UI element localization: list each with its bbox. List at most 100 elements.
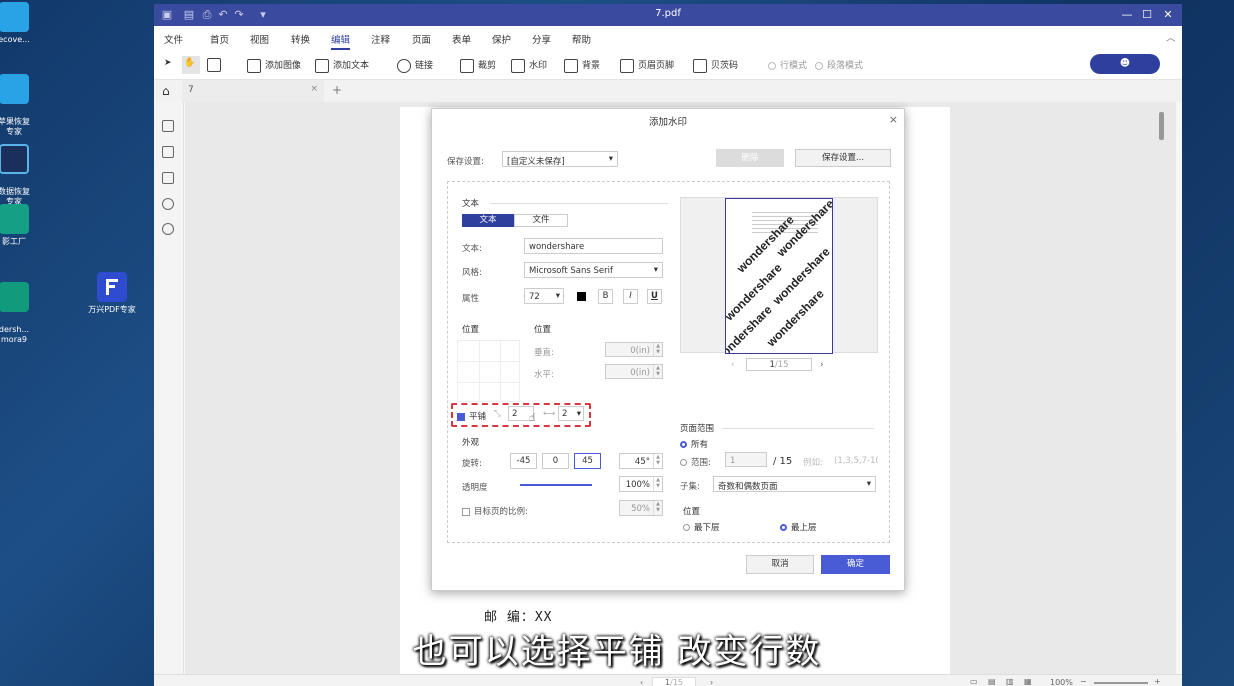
- preview-page-indicator[interactable]: 1/15: [746, 358, 812, 371]
- crop-button[interactable]: 裁剪: [460, 58, 496, 73]
- spinner-icon[interactable]: ▲ ▼: [653, 477, 662, 491]
- opacity-slider[interactable]: [520, 484, 592, 486]
- minimize-button[interactable]: —: [1118, 6, 1136, 24]
- rotation-custom-input[interactable]: 45° ▲ ▼: [619, 453, 663, 469]
- delete-button[interactable]: 删除: [716, 149, 784, 167]
- menu-file[interactable]: 文件: [164, 32, 183, 46]
- font-size-select[interactable]: 72 ▾: [524, 288, 564, 304]
- style-label: 风格:: [462, 268, 482, 278]
- spinner-icon[interactable]: ▲ ▼: [653, 454, 662, 468]
- page-indicator[interactable]: 1/15: [652, 677, 696, 686]
- menu-share[interactable]: 分享: [532, 32, 551, 46]
- menu-comment[interactable]: 注释: [371, 32, 390, 46]
- maximize-button[interactable]: ☐: [1138, 6, 1156, 24]
- desktop-icon-video-factory[interactable]: 影工厂: [0, 204, 36, 247]
- scale-input[interactable]: 50% ▲ ▼: [619, 500, 663, 516]
- scale-checkbox[interactable]: 目标页的比例:: [462, 505, 528, 517]
- paragraph-mode-option[interactable]: 段落模式: [815, 58, 863, 71]
- top-layer-radio[interactable]: 最上层: [780, 521, 817, 533]
- menu-help[interactable]: 帮助: [572, 32, 591, 46]
- tab-file-source[interactable]: 文件: [514, 214, 568, 227]
- header-footer-button[interactable]: 页眉页脚: [620, 58, 674, 73]
- subset-select[interactable]: 奇数和偶数页面 ▾: [713, 476, 876, 492]
- position-grid[interactable]: [457, 340, 520, 402]
- italic-button[interactable]: I: [623, 289, 638, 304]
- save-settings-button[interactable]: 保存设置...: [795, 149, 891, 167]
- rotate-0-button[interactable]: 0: [542, 453, 569, 469]
- horizontal-offset-input[interactable]: 0(in) ▲ ▼: [605, 364, 663, 379]
- spinner-icon[interactable]: ▲ ▼: [653, 343, 662, 356]
- prev-page-icon[interactable]: ‹: [640, 678, 643, 686]
- edit-tool[interactable]: [207, 58, 225, 72]
- search-icon[interactable]: [162, 223, 174, 235]
- opacity-input[interactable]: 100% ▲ ▼: [619, 476, 663, 492]
- rotate-45-button[interactable]: 45: [574, 453, 601, 469]
- preview-next-icon[interactable]: ›: [820, 360, 823, 370]
- home-icon[interactable]: ⌂: [162, 84, 170, 98]
- dialog-close-icon[interactable]: ×: [889, 113, 898, 126]
- preview-prev-icon[interactable]: ‹: [731, 360, 734, 370]
- rotate-minus-45-button[interactable]: -45: [510, 453, 537, 469]
- font-style-select[interactable]: Microsoft Sans Serif ▾: [524, 262, 663, 278]
- desktop-icon-apple-recovery[interactable]: 苹果恢复 专家: [0, 64, 36, 137]
- bookmark-icon[interactable]: [162, 146, 174, 158]
- desktop-icon-data-recovery[interactable]: 数据恢复 专家: [0, 134, 36, 207]
- single-page-view-icon[interactable]: ▭: [970, 677, 978, 686]
- comments-icon[interactable]: [162, 172, 174, 184]
- bates-button[interactable]: 贝茨码: [693, 58, 738, 73]
- bottom-layer-radio[interactable]: 最下层: [683, 521, 720, 533]
- menu-protect[interactable]: 保护: [492, 32, 511, 46]
- tab-text-source[interactable]: 文本: [462, 214, 514, 227]
- menu-convert[interactable]: 转换: [291, 32, 310, 46]
- background-button[interactable]: 背景: [564, 58, 600, 73]
- spinner-icon[interactable]: ▲ ▼: [653, 501, 662, 515]
- add-image-button[interactable]: 添加图像: [247, 58, 301, 73]
- account-button[interactable]: ☻: [1090, 54, 1160, 74]
- close-button[interactable]: ✕: [1159, 6, 1177, 24]
- color-swatch[interactable]: [577, 292, 586, 301]
- bold-button[interactable]: B: [598, 289, 613, 304]
- watermark-text-input[interactable]: wondershare: [524, 238, 663, 254]
- menu-form[interactable]: 表单: [452, 32, 471, 46]
- ok-button[interactable]: 确定: [821, 555, 890, 574]
- menu-home[interactable]: 首页: [210, 32, 229, 46]
- continuous-view-icon[interactable]: ▤: [988, 677, 996, 686]
- link-button[interactable]: 链接: [397, 58, 433, 73]
- zoom-in-icon[interactable]: +: [1154, 677, 1161, 686]
- two-page-view-icon[interactable]: ▥: [1006, 677, 1014, 686]
- attachment-icon[interactable]: [162, 198, 174, 210]
- menu-view[interactable]: 视图: [250, 32, 269, 46]
- desktop-icon-recovery[interactable]: ecove...: [0, 2, 36, 45]
- select-tool[interactable]: ➤: [164, 58, 182, 72]
- zoom-slider[interactable]: [1094, 682, 1148, 684]
- menu-page[interactable]: 页面: [412, 32, 431, 46]
- collapse-ribbon-icon[interactable]: ︿: [1166, 30, 1176, 44]
- spinner-icon[interactable]: ▲ ▼: [653, 365, 662, 378]
- document-tab[interactable]: 7 ×: [182, 80, 324, 102]
- underline-button[interactable]: U: [647, 289, 662, 304]
- range-custom-radio[interactable]: 范围:: [680, 456, 711, 468]
- next-page-icon[interactable]: ›: [710, 678, 713, 686]
- watermark-button[interactable]: 水印: [511, 58, 547, 73]
- header-footer-label: 页眉页脚: [638, 61, 675, 71]
- tile-columns-select[interactable]: 2 ▾: [558, 406, 584, 421]
- cancel-button[interactable]: 取消: [746, 555, 814, 574]
- status-bar: ‹ 1/15 › ▭ ▤ ▥ ▦ 100% − +: [154, 674, 1182, 686]
- save-settings-select[interactable]: [自定义未保存] ▾: [502, 151, 618, 167]
- thumbnails-icon[interactable]: [162, 120, 174, 132]
- fit-view-icon[interactable]: ▦: [1024, 677, 1032, 686]
- tab-close-icon[interactable]: ×: [310, 84, 318, 94]
- line-mode-option[interactable]: 行模式: [768, 58, 807, 71]
- range-all-radio[interactable]: 所有: [680, 438, 708, 450]
- desktop-icon-pdf-expert[interactable]: 万兴PDF专家: [84, 272, 140, 315]
- add-text-button[interactable]: 添加文本: [315, 58, 369, 73]
- tile-checkbox[interactable]: 平铺: [457, 410, 486, 422]
- zoom-out-icon[interactable]: −: [1080, 677, 1087, 686]
- range-from-input[interactable]: 1: [725, 452, 767, 467]
- desktop-icon-filmora[interactable]: dersh... mora9: [0, 272, 36, 345]
- hand-tool[interactable]: ✋: [182, 56, 200, 74]
- vertical-scrollbar[interactable]: [1159, 112, 1164, 140]
- menu-edit[interactable]: 编辑: [331, 32, 351, 50]
- add-tab-icon[interactable]: +: [332, 83, 342, 97]
- vertical-offset-input[interactable]: 0(in) ▲ ▼: [605, 342, 663, 357]
